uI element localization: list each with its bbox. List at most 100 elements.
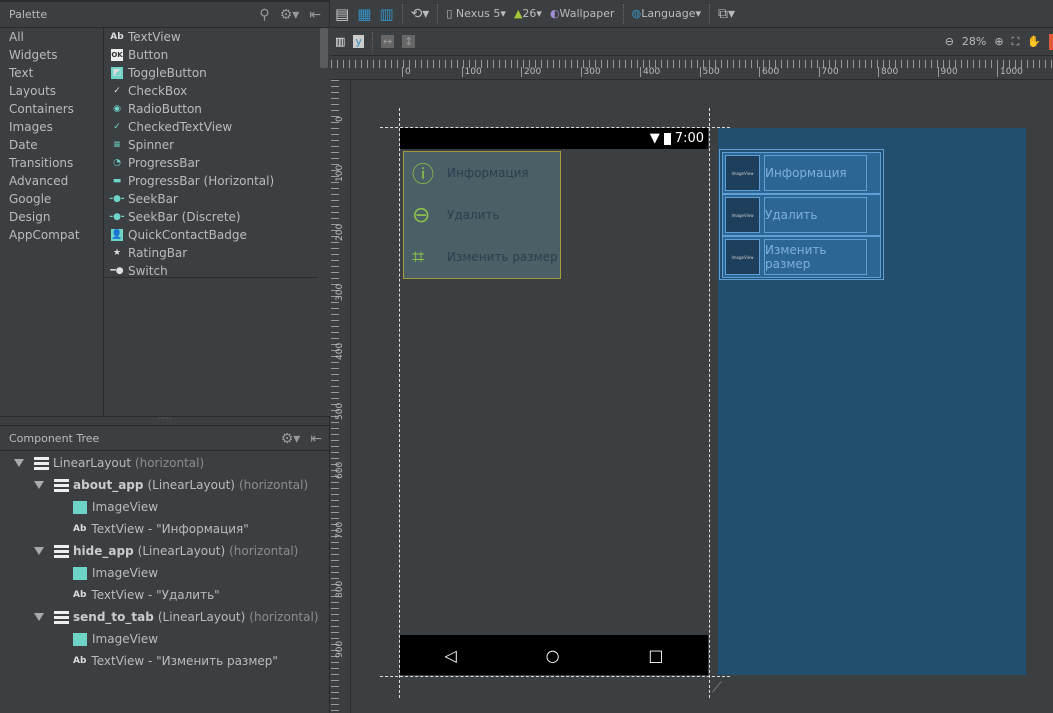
palette-item[interactable]: 👤 QuickContactBadge — [105, 226, 318, 244]
ruler-label: 300 — [580, 67, 601, 77]
theme-label: Wallpaper — [559, 7, 615, 20]
gear-icon[interactable]: ⚙▾ — [280, 7, 300, 23]
palette-item[interactable]: ✓ CheckedTextView — [105, 118, 318, 136]
palette-item[interactable]: ≡ Spinner — [105, 136, 318, 154]
palette-category[interactable]: Layouts — [0, 82, 103, 100]
blueprint-imageview: ImageView — [725, 239, 760, 275]
palette-item[interactable]: ◉ RadioButton — [105, 100, 318, 118]
language-selector[interactable]: ◍Language▾ — [632, 7, 701, 20]
palette-category[interactable]: AppCompat — [0, 226, 103, 244]
theme-selector[interactable]: ◐Wallpaper — [550, 7, 615, 20]
tree-label: about_app — [73, 478, 144, 492]
expand-arrow-icon[interactable] — [34, 547, 44, 555]
tree-item-hide_app[interactable]: hide_app (LinearLayout) (horizontal) — [0, 540, 330, 562]
quick-contact-badge-icon: 👤 — [111, 229, 123, 241]
panel-splitter[interactable]: ····· — [0, 415, 330, 426]
tree-item-about_app[interactable]: about_app (LinearLayout) (horizontal) — [0, 474, 330, 496]
search-icon[interactable]: ⚲ — [259, 7, 269, 23]
error-indicator[interactable] — [1049, 33, 1053, 50]
blueprint-row[interactable]: ImageView Удалить — [722, 194, 881, 236]
tree-item-textview[interactable]: Ab TextView - "Удалить" — [0, 584, 330, 606]
palette-category[interactable]: Containers — [0, 100, 103, 118]
device-selector[interactable]: ▯ Nexus 5▾ — [446, 7, 506, 20]
blueprint-layout[interactable]: ImageView Информация ImageView Удалить Image… — [719, 149, 884, 280]
tree-item-send_to_tab[interactable]: send_to_tab (LinearLayout) (horizontal) — [0, 606, 330, 628]
design-view-icon[interactable]: ▤ — [335, 5, 349, 23]
palette-item[interactable]: ◔ ProgressBar — [105, 154, 318, 172]
palette-category[interactable]: All — [0, 28, 103, 46]
zoom-out-icon[interactable]: ⊖ — [945, 35, 954, 48]
blueprint-row[interactable]: ImageView Изменить размер — [722, 236, 881, 278]
expand-arrow-icon[interactable] — [14, 459, 24, 467]
linear-layout-icon — [54, 544, 69, 558]
tree-item-imageview[interactable]: ImageView — [0, 562, 330, 584]
api-selector[interactable]: ▲26▾ — [514, 7, 542, 20]
palette-item[interactable]: OK Button — [105, 46, 318, 64]
pan-hand-icon[interactable]: ✋ — [1027, 35, 1041, 48]
ruler-label: 1000 — [997, 67, 1023, 77]
recents-icon[interactable]: □ — [648, 646, 663, 665]
palette-item[interactable]: ★ RatingBar — [105, 244, 318, 262]
blueprint-row[interactable]: ImageView Информация — [722, 152, 881, 194]
tree-label: TextView - "Изменить размер" — [91, 654, 278, 668]
palette-category[interactable]: Date — [0, 136, 103, 154]
checked-textview-icon: ✓ — [113, 122, 121, 132]
expand-arrow-icon[interactable] — [34, 481, 44, 489]
expand-arrow-icon[interactable] — [34, 613, 44, 621]
palette-category[interactable]: Images — [0, 118, 103, 136]
globe-icon: ◍ — [631, 7, 642, 20]
palette-scrollbar[interactable] — [318, 28, 330, 416]
imageview-icon — [73, 500, 87, 514]
menu-item[interactable]: ⊖ Удалить — [404, 194, 560, 236]
tree-item-textview[interactable]: Ab TextView - "Изменить размер" — [0, 650, 330, 672]
palette-item[interactable]: -●- SeekBar (Discrete) — [105, 208, 318, 226]
palette-category[interactable]: Advanced — [0, 172, 103, 190]
menu-item[interactable]: ⌗ Изменить размер — [404, 236, 560, 278]
zoom-in-icon[interactable]: ⊕ — [994, 35, 1003, 48]
palette-item[interactable]: ▬ ProgressBar (Horizontal) — [105, 172, 318, 190]
palette-item[interactable]: ━● Switch — [105, 262, 318, 277]
tree-item-textview[interactable]: Ab TextView - "Информация" — [0, 518, 330, 540]
palette-item[interactable]: Ab TextView — [105, 28, 318, 46]
resize-handle[interactable]: ⟋ — [712, 680, 722, 696]
palette-item[interactable]: ◩ ToggleButton — [105, 64, 318, 82]
switch-icon: ━● — [110, 266, 124, 276]
tree-item-imageview[interactable]: ImageView — [0, 628, 330, 650]
info-icon: ⓘ — [412, 163, 435, 188]
blueprint-textview: Изменить размер — [764, 239, 867, 275]
gear-icon[interactable]: ⚙▾ — [281, 431, 301, 447]
seekbar-discrete-icon: -●- — [109, 212, 125, 222]
layout-variants-icon[interactable]: ⧉▾ — [718, 6, 735, 22]
autoconnect-icon[interactable]: y — [353, 35, 364, 48]
design-toolbar: ▤ ▦ ▥ ⟲▾ ▯ Nexus 5▾ ▲26▾ ◐Wallpaper ◍Lan… — [331, 0, 1053, 28]
collapse-panel-icon[interactable]: ⇤ — [310, 431, 322, 447]
blueprint-view-icon[interactable]: ▦ — [357, 5, 371, 23]
button-icon: OK — [111, 49, 123, 61]
palette-category[interactable]: Transitions — [0, 154, 103, 172]
tree-label: send_to_tab — [73, 610, 154, 624]
menu-linear-layout[interactable]: ⓘ Информация ⊖ Удалить ⌗ Изменить размер — [403, 151, 561, 279]
collapse-panel-icon[interactable]: ⇤ — [309, 7, 321, 23]
palette-category[interactable]: Google — [0, 190, 103, 208]
canvas-toolbar: ▥ y ↔ ↕ ⊖ 28% ⊕ ⛶ ✋ — [331, 28, 1053, 56]
back-icon[interactable]: ◁ — [444, 646, 456, 665]
home-icon[interactable]: ○ — [546, 646, 560, 665]
columns-icon[interactable]: ▥ — [335, 35, 345, 48]
palette-item[interactable]: -●- SeekBar — [105, 190, 318, 208]
ruler-label: 100 — [335, 164, 345, 182]
palette-category[interactable]: Widgets — [0, 46, 103, 64]
tree-type: (LinearLayout) — [137, 544, 226, 558]
palette-category[interactable]: Design — [0, 208, 103, 226]
tree-item-imageview[interactable]: ImageView — [0, 496, 330, 518]
expand-vertical-icon[interactable]: ↕ — [402, 35, 416, 48]
palette-item[interactable]: ✓ CheckBox — [105, 82, 318, 100]
linear-layout-icon — [54, 478, 69, 492]
orientation-icon[interactable]: ⟲▾ — [411, 6, 430, 22]
split-view-icon[interactable]: ▥ — [379, 5, 393, 23]
tree-item-root[interactable]: LinearLayout (horizontal) — [0, 452, 330, 474]
expand-horizontal-icon[interactable]: ↔ — [380, 35, 395, 48]
crop-icon: ⌗ — [412, 244, 425, 270]
palette-category[interactable]: Text — [0, 64, 103, 82]
menu-item[interactable]: ⓘ Информация — [404, 152, 560, 194]
fit-screen-icon[interactable]: ⛶ — [1012, 35, 1020, 49]
